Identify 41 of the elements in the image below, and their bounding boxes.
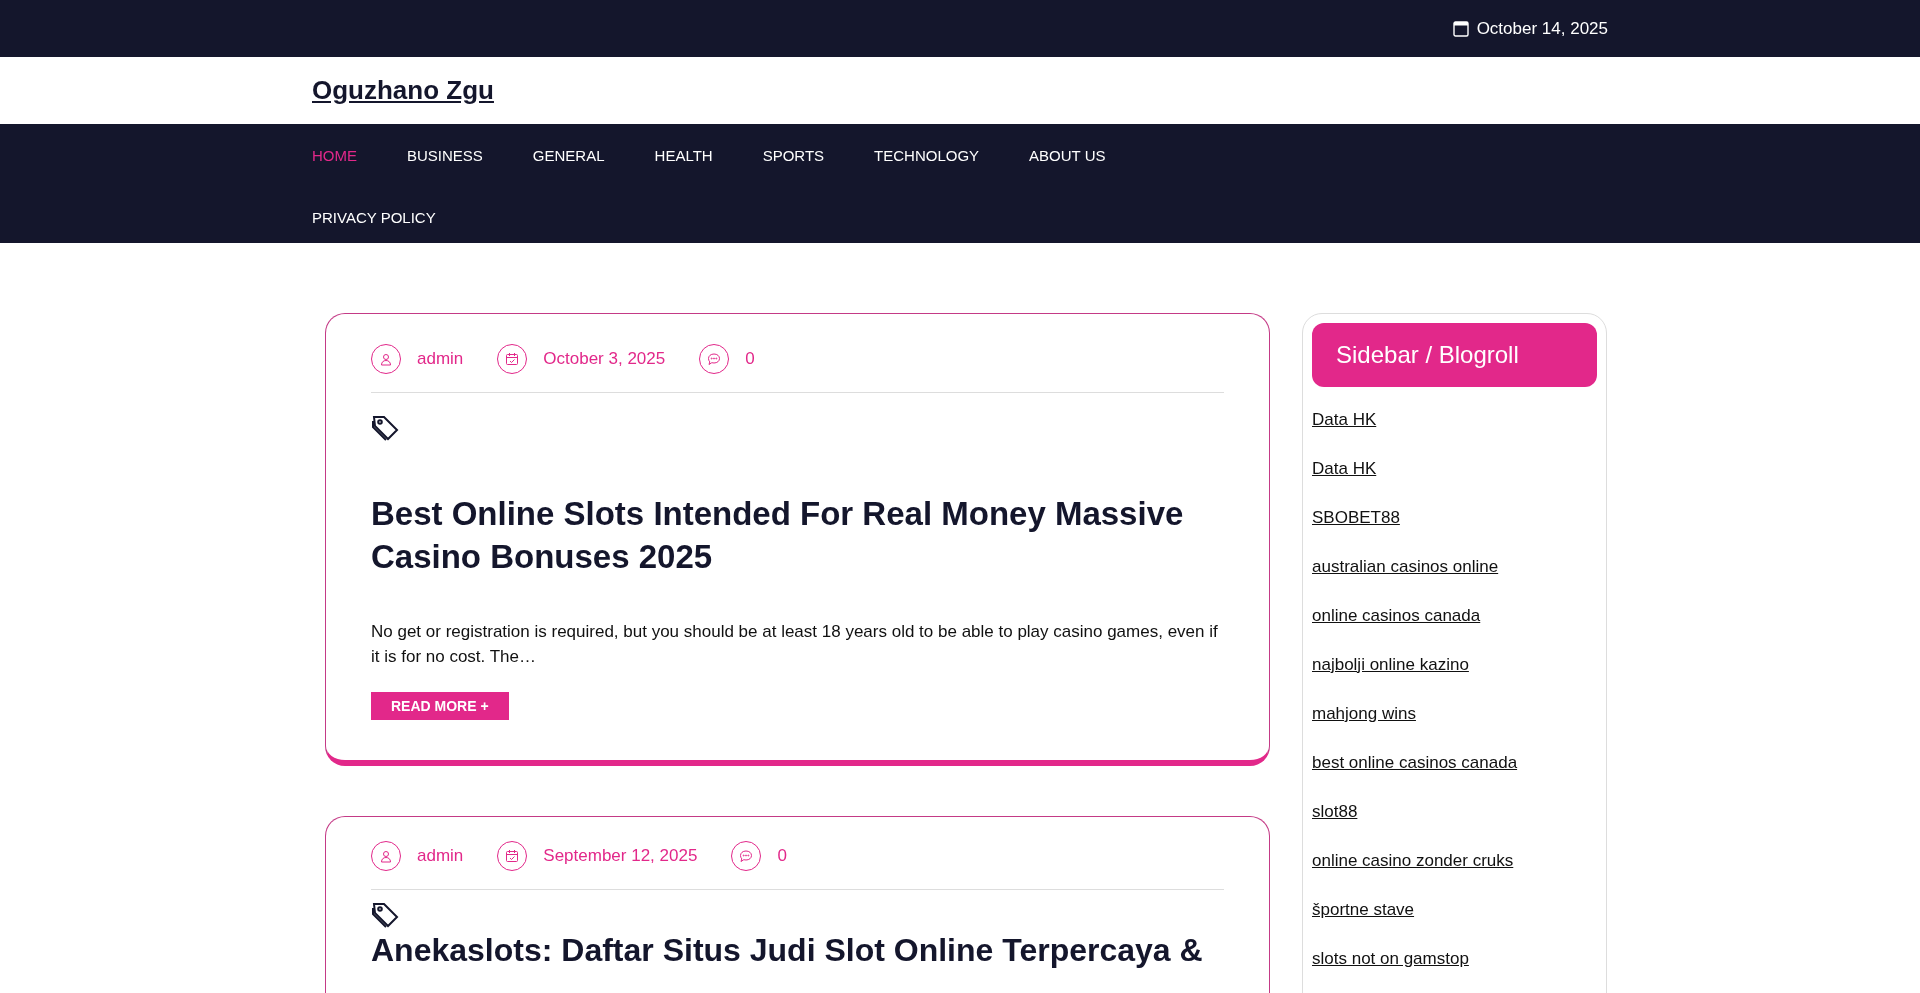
calendar-icon [505,848,520,863]
post-title[interactable]: Anekaslots: Daftar Situs Judi Slot Online Terpercaya & [371,931,1224,969]
nav-link[interactable]: ABOUT US [1029,124,1106,186]
comment-icon [707,352,722,366]
nav-link[interactable]: HEALTH [654,124,713,186]
nav-link[interactable]: TECHNOLOGY [874,124,980,186]
calendar-icon [1452,20,1469,37]
post-date[interactable]: October 3, 2025 [543,349,666,369]
post-excerpt: No get or registration is required, but you should be at least 18 years old to be able to play casino games, even if it is for no cost. The… [371,620,1219,669]
post-date[interactable]: September 12, 2025 [543,845,698,866]
nav-link[interactable]: PRIVACY POLICY [312,186,436,248]
blogroll-link[interactable]: australian casinos online [1312,542,1597,591]
user-icon [379,848,393,863]
read-more-button[interactable]: READ MORE + [371,691,509,720]
nav-link[interactable]: GENERAL [532,124,605,186]
user-icon [379,352,393,366]
comment-count[interactable]: 0 [777,845,787,866]
blogroll-link[interactable]: najbolji online kazino [1312,640,1597,689]
blogroll-link[interactable]: online casinos canada [1312,591,1597,640]
blogroll-link[interactable]: slot88 [1312,787,1597,836]
blogroll-link[interactable]: slots not on gamstop [1312,934,1597,983]
nav-link[interactable]: HOME [312,124,357,186]
blogroll-link[interactable]: online casino zonder cruks [1312,836,1597,885]
sidebar-title: Sidebar / Blogroll [1312,323,1597,387]
blogroll-link[interactable]: SBOBET88 [1312,493,1597,542]
site-title[interactable]: Oguzhano Zgu [312,75,494,106]
calendar-icon [505,352,520,366]
blogroll-link[interactable]: mahjong wins [1312,689,1597,738]
post-author[interactable]: admin [417,845,464,866]
post-title[interactable]: Best Online Slots Intended For Real Money Massive Casino Bonuses 2025 [371,493,1224,579]
nav-link[interactable]: BUSINESS [407,124,483,186]
blogroll-link[interactable]: športne stave [1312,885,1597,934]
post-author[interactable]: admin [417,349,464,369]
nav-link[interactable]: SPORTS [762,124,825,186]
blogroll-link[interactable]: best online casinos canada [1312,738,1597,787]
comment-count[interactable]: 0 [745,349,755,369]
comment-icon [739,848,754,863]
tag-icon [371,413,401,443]
blogroll-link[interactable]: Data HK [1312,444,1597,493]
blogroll-link[interactable]: Data HK [1312,395,1597,444]
current-date: October 14, 2025 [1476,18,1608,39]
